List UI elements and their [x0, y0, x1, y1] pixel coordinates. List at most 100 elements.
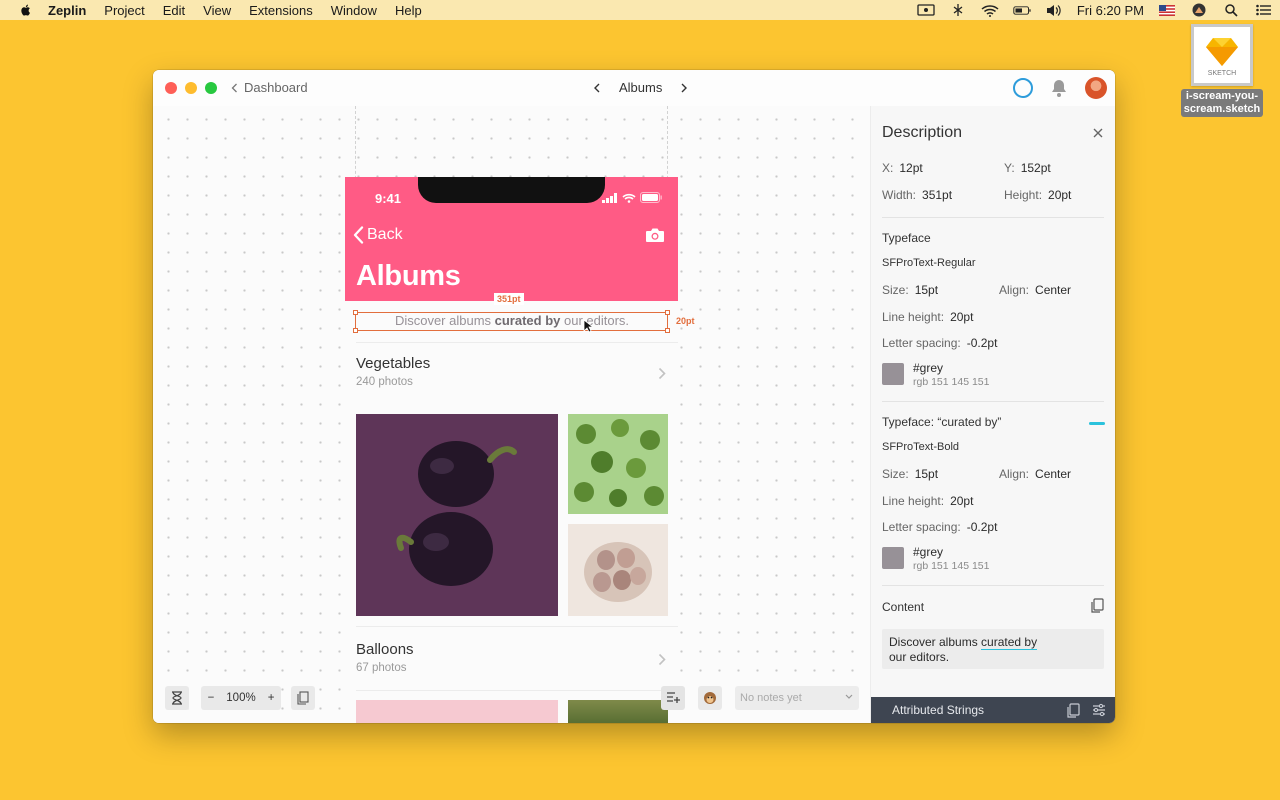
notifications-bell-icon[interactable]	[1049, 78, 1069, 98]
width-value: Width: 351pt	[882, 188, 953, 202]
balloons-photo-2[interactable]	[568, 700, 668, 723]
layers-button[interactable]	[291, 686, 315, 710]
garlic-illustration	[584, 542, 652, 602]
letter-spacing: Letter spacing: -0.2pt	[882, 520, 998, 534]
chevron-down-icon	[845, 694, 853, 699]
design-canvas[interactable]: 9:41 Back Albums Discover albums curated…	[153, 106, 870, 723]
large-title: Albums	[356, 260, 461, 292]
x-position: X: 12pt	[882, 161, 923, 175]
back-button[interactable]: Back	[353, 226, 403, 244]
breadcrumb-label: Dashboard	[244, 80, 308, 95]
user-menu-icon[interactable]	[1190, 3, 1208, 17]
zoom-window-button[interactable]	[205, 82, 217, 94]
battery-icon[interactable]	[1013, 3, 1031, 17]
previous-screen-icon[interactable]	[593, 83, 601, 93]
text-align: Align: Center	[999, 283, 1072, 297]
width-measure-tag: 351pt	[494, 293, 524, 305]
album-count: 67 photos	[356, 662, 407, 674]
copy-icon[interactable]	[1066, 703, 1080, 718]
menu-edit[interactable]: Edit	[163, 3, 185, 18]
typeface-bold-name[interactable]: SFProText-Bold	[882, 441, 959, 453]
height-measure-tag: 20pt	[676, 316, 695, 326]
menu-clock[interactable]: Fri 6:20 PM	[1077, 3, 1144, 18]
selection-handle	[353, 310, 358, 315]
album-row-balloons[interactable]: Balloons 67 photos	[356, 641, 668, 674]
color-swatch[interactable]	[882, 547, 904, 569]
close-window-button[interactable]	[165, 82, 177, 94]
camera-icon[interactable]	[645, 227, 665, 243]
typeface-curated-heading: Typeface: “curated by”	[882, 415, 1002, 429]
spotlight-search-icon[interactable]	[1222, 3, 1240, 17]
height-value: Height: 20pt	[1004, 188, 1072, 202]
font-size: Size: 15pt	[882, 283, 939, 297]
menu-window[interactable]: Window	[331, 3, 377, 18]
activity-ring-icon[interactable]	[1013, 78, 1033, 98]
chevron-left-icon	[353, 226, 364, 244]
album-row-vegetables[interactable]: Vegetables 240 photos	[356, 355, 668, 388]
sketch-diamond-icon	[1206, 38, 1238, 66]
next-screen-icon[interactable]	[680, 83, 688, 93]
albums-artboard[interactable]: 9:41 Back Albums Discover albums curated…	[345, 177, 678, 723]
selection-handle	[665, 328, 670, 333]
menu-app-name[interactable]: Zeplin	[48, 3, 86, 18]
color-swatch[interactable]	[882, 363, 904, 385]
pepper-illustration	[396, 441, 517, 586]
minimize-window-button[interactable]	[185, 82, 197, 94]
close-icon[interactable]	[1093, 128, 1103, 138]
desktop-sketch-file[interactable]: SKETCH i-scream-you-scream.sketch	[1180, 24, 1264, 117]
color-name: #grey	[913, 545, 944, 559]
font-size: Size: 15pt	[882, 467, 939, 481]
app-extra-icon[interactable]	[949, 3, 967, 17]
selection-box	[353, 310, 670, 333]
broccoli-photo[interactable]	[568, 414, 668, 514]
menu-view[interactable]: View	[203, 3, 231, 18]
chevron-left-icon	[231, 83, 237, 92]
selection-handle	[665, 310, 670, 315]
add-note-button[interactable]	[661, 686, 685, 710]
settings-sliders-icon[interactable]	[1092, 703, 1106, 717]
hourglass-icon	[172, 691, 182, 705]
typeface-regular-name[interactable]: SFProText-Regular	[882, 257, 976, 269]
separator	[882, 401, 1104, 402]
wifi-icon[interactable]	[981, 3, 999, 17]
sketch-file-thumbnail: SKETCH	[1191, 24, 1253, 86]
screen-record-icon[interactable]	[917, 3, 935, 17]
menu-extensions[interactable]: Extensions	[249, 3, 313, 18]
window-titlebar: Dashboard Albums	[153, 70, 1115, 106]
album-count: 240 photos	[356, 376, 413, 388]
balloons-photo[interactable]	[356, 700, 558, 723]
volume-icon[interactable]	[1045, 3, 1063, 17]
cellular-signal-icon	[602, 192, 617, 203]
notes-dropdown[interactable]: No notes yet	[735, 686, 859, 710]
user-avatar[interactable]	[1085, 77, 1107, 99]
sketch-file-name: i-scream-you-scream.sketch	[1180, 89, 1264, 117]
garlic-photo[interactable]	[568, 524, 668, 616]
content-text-box[interactable]: Discover albums curated by our editors.	[882, 629, 1104, 669]
selection-handle	[353, 328, 358, 333]
screen-navigator: Albums	[593, 80, 688, 95]
menu-project[interactable]: Project	[104, 3, 144, 18]
back-label: Back	[367, 226, 403, 243]
status-icons	[602, 192, 662, 203]
notification-center-icon[interactable]	[1254, 3, 1272, 17]
eggplant-pepper-photo[interactable]	[356, 414, 558, 616]
phone-header: 9:41 Back Albums	[345, 177, 678, 301]
copy-icon[interactable]	[1090, 598, 1104, 613]
breadcrumb-dashboard[interactable]: Dashboard	[231, 80, 308, 95]
apple-icon[interactable]	[18, 3, 34, 17]
menu-extras: Fri 6:20 PM	[917, 0, 1272, 20]
zoom-out-button[interactable]: −	[208, 692, 215, 704]
notes-placeholder: No notes yet	[740, 692, 802, 704]
highlight-indicator	[1089, 422, 1105, 425]
emoji-button[interactable]	[698, 686, 722, 710]
line-height: Line height: 20pt	[882, 310, 974, 324]
attributed-strings-bar[interactable]: Attributed Strings	[871, 697, 1115, 723]
flag-icon[interactable]	[1158, 3, 1176, 17]
menu-help[interactable]: Help	[395, 3, 422, 18]
color-rgb: rgb 151 145 151	[913, 376, 990, 388]
album-name: Vegetables	[356, 355, 431, 372]
zoom-in-button[interactable]: +	[268, 692, 275, 704]
color-rgb: rgb 151 145 151	[913, 560, 990, 572]
history-button[interactable]	[165, 686, 189, 710]
divider	[356, 626, 678, 627]
